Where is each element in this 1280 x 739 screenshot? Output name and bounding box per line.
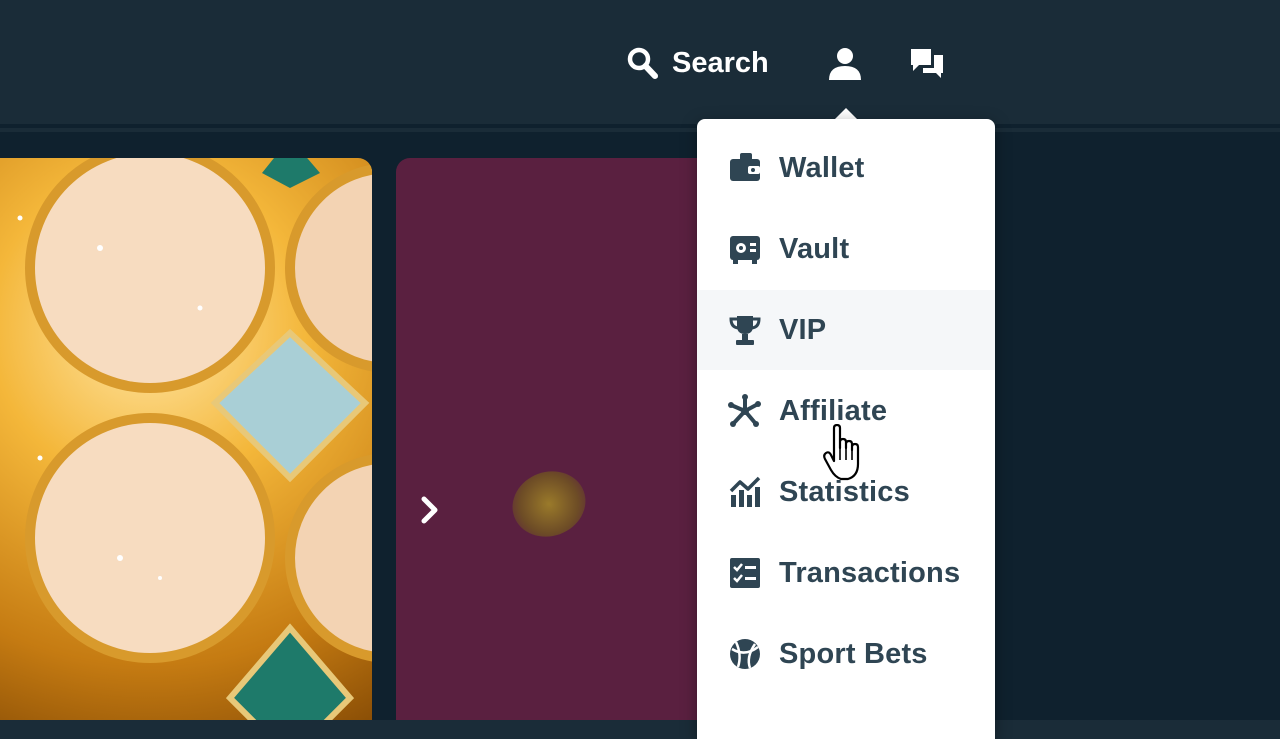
menu-item-label: Vault bbox=[779, 232, 850, 265]
menu-item-label: Wallet bbox=[779, 151, 865, 184]
transactions-icon bbox=[727, 555, 763, 591]
menu-item-affiliate[interactable]: Affiliate bbox=[697, 371, 995, 451]
affiliate-icon bbox=[727, 393, 763, 429]
wallet-icon bbox=[727, 150, 763, 186]
top-navbar: Search bbox=[0, 0, 1280, 128]
menu-item-label: VIP bbox=[779, 313, 827, 346]
menu-item-transactions[interactable]: Transactions bbox=[697, 533, 995, 613]
menu-item-wallet[interactable]: Wallet bbox=[697, 128, 995, 208]
user-menu-button[interactable] bbox=[822, 40, 868, 86]
statistics-icon bbox=[727, 474, 763, 510]
search-icon bbox=[627, 47, 658, 79]
menu-item-sport-bets[interactable]: Sport Bets bbox=[697, 614, 995, 694]
search-label: Search bbox=[672, 46, 769, 79]
menu-item-label: Transactions bbox=[779, 556, 961, 589]
menu-item-label: Sport Bets bbox=[779, 637, 928, 670]
trophy-icon bbox=[727, 312, 763, 348]
game-tile-art bbox=[17, 158, 372, 720]
menu-item-vip[interactable]: VIP bbox=[697, 290, 995, 370]
promo-tile[interactable] bbox=[396, 158, 716, 720]
vault-icon bbox=[727, 231, 763, 267]
search-button[interactable]: Search bbox=[626, 40, 769, 86]
user-icon bbox=[829, 48, 861, 80]
chat-icon bbox=[911, 49, 943, 78]
game-tile-gold[interactable] bbox=[0, 158, 372, 720]
menu-item-statistics[interactable]: Statistics bbox=[697, 452, 995, 532]
menu-item-vault[interactable]: Vault bbox=[697, 209, 995, 289]
sport-bets-icon bbox=[727, 636, 763, 672]
menu-item-label: Statistics bbox=[779, 475, 910, 508]
chat-button[interactable] bbox=[904, 40, 950, 86]
chevron-right-icon bbox=[421, 496, 438, 524]
user-dropdown-menu: Wallet Vault VIP Affiliate Statistics Tr… bbox=[697, 119, 995, 739]
menu-item-label: Affiliate bbox=[779, 394, 888, 427]
carousel-next-button[interactable] bbox=[412, 490, 448, 530]
